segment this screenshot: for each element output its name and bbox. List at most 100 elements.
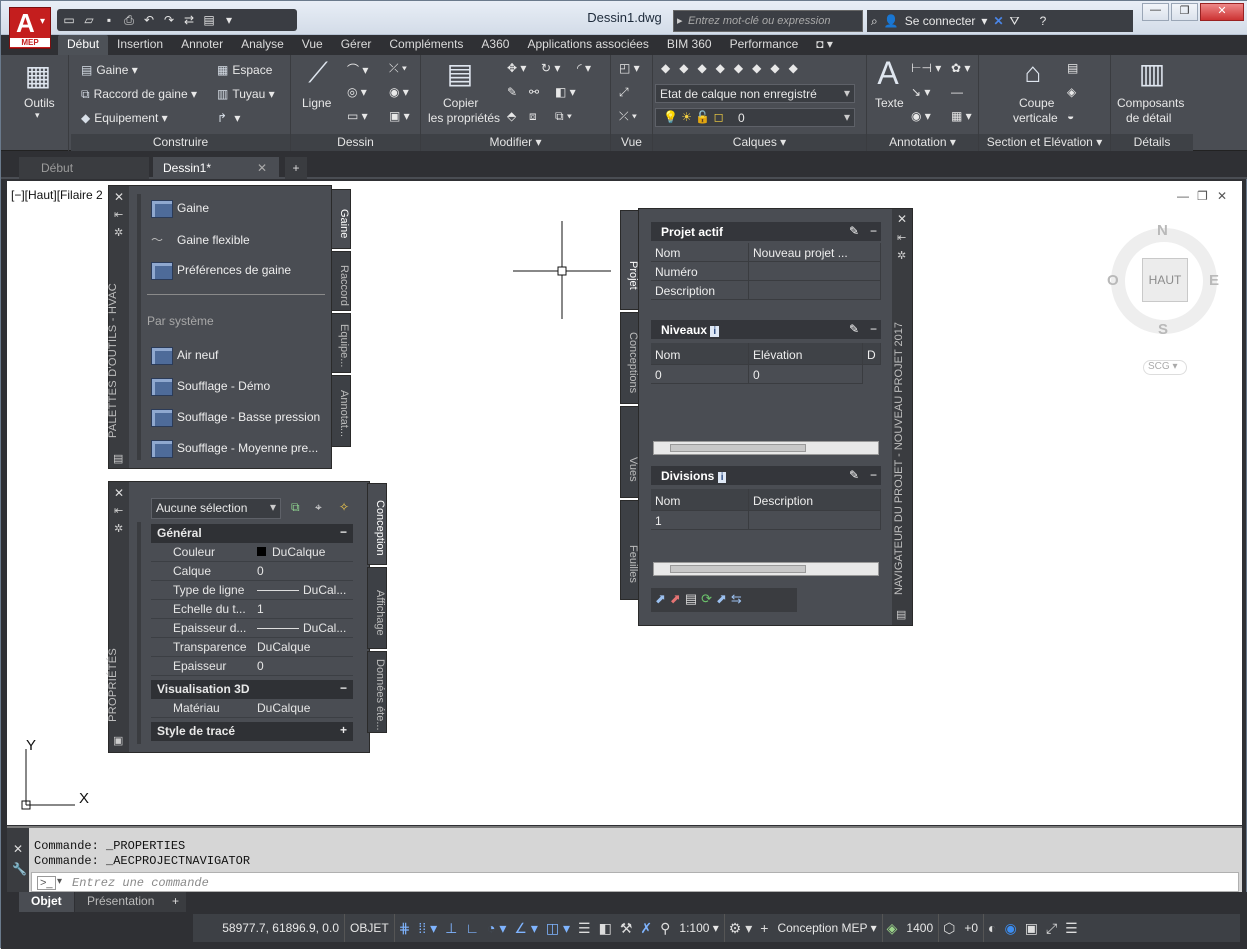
edit-project-icon[interactable]: ✎ bbox=[849, 224, 859, 238]
ucs-menu[interactable]: SCG ▾ bbox=[1143, 360, 1187, 375]
tab-presentation[interactable]: Présentation bbox=[75, 892, 167, 912]
display-configuration-select[interactable]: Conception MEP ▾ bbox=[772, 914, 883, 942]
tool-palette-titlebar[interactable]: ✕ ⇤ ✲ PALETTES D'OUTILS - HVAC bbox=[107, 186, 129, 468]
open-icon[interactable]: ▱ bbox=[81, 13, 97, 27]
elevation-icon[interactable]: ▤ bbox=[1067, 61, 1078, 75]
close-button[interactable]: ✕ bbox=[1200, 3, 1244, 21]
autohide-icon[interactable]: ⇤ bbox=[114, 504, 123, 517]
construction-line-icon[interactable]: ⤫ ▾ bbox=[389, 61, 407, 76]
refresh-icon[interactable]: ⟳ bbox=[701, 591, 712, 609]
section-mark-icon[interactable]: ◒ bbox=[1067, 109, 1074, 123]
tool-gaine[interactable]: Gaine bbox=[151, 200, 209, 218]
autoscale-icon[interactable]: ✗ bbox=[636, 914, 656, 942]
column-header[interactable]: Nom bbox=[651, 489, 749, 511]
texte-button[interactable]: Texte bbox=[875, 96, 904, 110]
section-general[interactable]: Général − bbox=[151, 524, 353, 543]
copier-button-line1[interactable]: Copier bbox=[443, 96, 478, 110]
elevation-offset[interactable]: +0 bbox=[959, 914, 985, 942]
annotation-scale-icon[interactable]: ⚲ bbox=[656, 914, 674, 942]
raccord-button[interactable]: ⧉ Raccord de gaine ▾ bbox=[81, 87, 197, 102]
project-browser-icon[interactable]: ⬈ bbox=[655, 591, 666, 609]
ortho-icon[interactable]: ∟ bbox=[461, 914, 483, 942]
scale-select[interactable]: 1:100 ▾ bbox=[674, 914, 725, 942]
share-icon[interactable]: ⇄ bbox=[181, 13, 197, 27]
viewcube[interactable]: N S E O HAUT bbox=[1107, 219, 1221, 339]
selection-select[interactable]: Aucune sélection bbox=[151, 498, 281, 519]
command-prompt-icon[interactable]: >_ bbox=[37, 876, 56, 890]
hardware-acceleration-icon[interactable]: ◉ bbox=[1001, 914, 1021, 942]
horizontal-scrollbar[interactable] bbox=[653, 441, 879, 455]
prop-row[interactable]: Type de ligne DuCal... bbox=[151, 581, 353, 600]
rectangle-icon[interactable]: ▭ ▾ bbox=[347, 109, 368, 123]
cut-plane-icon[interactable]: ◈ bbox=[883, 914, 902, 942]
tool-soufflage-basse[interactable]: Soufflage - Basse pression bbox=[151, 409, 320, 427]
expand-icon[interactable]: + bbox=[340, 723, 347, 737]
table-cell[interactable]: 0 bbox=[651, 365, 749, 384]
tools-icon[interactable]: ▦ bbox=[23, 59, 53, 92]
palette-menu-icon[interactable]: ▤ bbox=[896, 608, 906, 621]
close-icon[interactable]: ✕ bbox=[897, 212, 907, 226]
lineweight-icon[interactable]: ☰ bbox=[574, 914, 595, 942]
isolate-objects-icon[interactable]: ▣ bbox=[1021, 914, 1042, 942]
collapse-icon[interactable]: − bbox=[870, 468, 877, 482]
tab-objet[interactable]: Objet bbox=[19, 892, 74, 912]
array-icon[interactable]: ⧈ bbox=[529, 109, 537, 124]
scale-icon[interactable]: ⬘ bbox=[507, 109, 516, 123]
transparency-icon[interactable]: ◧ bbox=[595, 914, 616, 942]
autohide-icon[interactable]: ⇤ bbox=[897, 231, 906, 244]
polyline-icon[interactable]: ⌒ ▾ bbox=[347, 61, 368, 78]
collapse-icon[interactable]: − bbox=[340, 525, 347, 539]
tab-gaine[interactable]: Gaine bbox=[331, 189, 351, 249]
tab-dessin1[interactable]: Dessin1* ✕ bbox=[153, 157, 279, 179]
center-line-icon[interactable]: — bbox=[951, 85, 963, 99]
ligne-button[interactable]: Ligne bbox=[302, 96, 331, 110]
qat-menu-icon[interactable]: ▾ bbox=[221, 13, 237, 27]
scroll-thumb[interactable] bbox=[670, 565, 806, 573]
section-panel-label[interactable]: Section et Elévation ▾ bbox=[979, 134, 1110, 151]
tool-air-neuf[interactable]: Air neuf bbox=[151, 347, 218, 365]
repath-icon[interactable]: ⬈ bbox=[716, 591, 727, 609]
ribbon-tab-debut[interactable]: Début bbox=[58, 35, 109, 55]
tab-raccord[interactable]: Raccord bbox=[331, 251, 351, 311]
outils-chevron-icon[interactable]: ▾ bbox=[35, 110, 40, 121]
autohide-icon[interactable]: ⇤ bbox=[114, 208, 123, 221]
project-settings-icon[interactable]: ▤ bbox=[685, 591, 697, 609]
application-menu-button[interactable]: A ▾ MEP bbox=[9, 7, 51, 49]
help-icon[interactable]: ? bbox=[1040, 14, 1047, 28]
ribbon-tab-performance[interactable]: Performance bbox=[721, 35, 808, 55]
column-header[interactable]: Elévation bbox=[749, 343, 863, 365]
close-project-icon[interactable]: ⬈ bbox=[670, 591, 681, 609]
prop-row[interactable]: Couleur DuCalque bbox=[151, 543, 353, 562]
gaine-button[interactable]: ▤ Gaine ▾ bbox=[81, 63, 138, 77]
construire-more-button[interactable]: ↱ ▾ bbox=[217, 111, 240, 125]
coupe-line2[interactable]: verticale bbox=[1013, 111, 1058, 125]
fillet-icon[interactable]: ◜ ▾ bbox=[577, 61, 591, 75]
outils-button[interactable]: Outils bbox=[24, 96, 55, 110]
infer-icon[interactable]: ⊥ bbox=[441, 914, 461, 942]
tuyau-button[interactable]: ▥ Tuyau ▾ bbox=[217, 87, 275, 101]
navigation-icon[interactable]: ⤢ bbox=[619, 85, 629, 100]
isodraft-icon[interactable]: ∠ ▾ bbox=[510, 914, 541, 942]
scroll-thumb[interactable] bbox=[670, 444, 806, 452]
toggle-pickadd-icon[interactable]: ✧ bbox=[339, 500, 349, 514]
prop-row[interactable]: Matériau DuCalque bbox=[151, 699, 353, 718]
detail-components-icon[interactable]: ▥ bbox=[1135, 57, 1169, 90]
vertical-section-icon[interactable]: ⌂ bbox=[1015, 57, 1051, 89]
navigator-titlebar[interactable]: ✕ ⇤ ✲ NAVIGATEUR DU PROJET - NOUVEAU PRO… bbox=[892, 209, 912, 625]
add-icon[interactable]: + bbox=[756, 914, 772, 942]
viewport-close-icon[interactable]: ✕ bbox=[1217, 189, 1227, 203]
annotation-panel-label[interactable]: Annotation ▾ bbox=[867, 134, 978, 151]
command-chevron-icon[interactable]: ▾ bbox=[57, 876, 62, 887]
circle-icon[interactable]: ◎ ▾ bbox=[347, 85, 367, 99]
annotation-visibility-icon[interactable]: ⚒ bbox=[616, 914, 637, 942]
mirror-icon[interactable]: ⚯ bbox=[529, 85, 539, 99]
coupe-line1[interactable]: Coupe bbox=[1019, 96, 1054, 110]
save-icon[interactable]: ▪ bbox=[101, 13, 117, 27]
snap-icon[interactable]: ⁞⁞ ▾ bbox=[414, 914, 441, 942]
table-cell[interactable]: 1 bbox=[651, 511, 749, 530]
grid-icon[interactable]: ⋕ bbox=[395, 914, 415, 942]
tab-conception[interactable]: Conception bbox=[367, 483, 387, 565]
cut-plane-elevation[interactable]: 1400 bbox=[901, 914, 940, 942]
calques-panel-label[interactable]: Calques ▾ bbox=[653, 134, 866, 151]
ribbon-tab-insertion[interactable]: Insertion bbox=[108, 35, 172, 55]
